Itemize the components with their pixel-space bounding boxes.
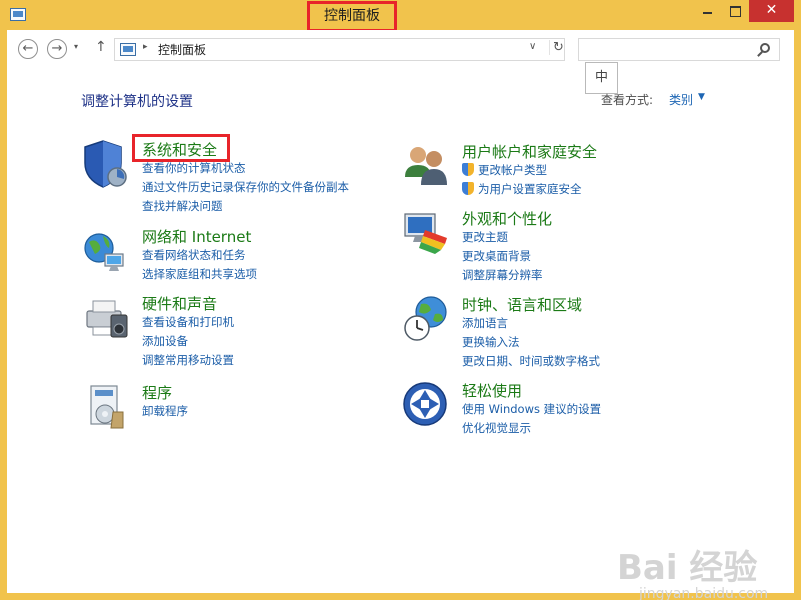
link-family-safety[interactable]: 为用户设置家庭安全: [462, 181, 582, 200]
hardware-sound-icon[interactable]: [81, 293, 131, 343]
recent-locations-button[interactable]: ▾: [74, 42, 78, 51]
network-icon[interactable]: [81, 226, 131, 276]
breadcrumb-separator[interactable]: ▸: [143, 42, 148, 52]
window-title: 控制面板: [324, 8, 380, 24]
category-title-ease-of-access[interactable]: 轻松使用: [462, 380, 522, 401]
address-bar[interactable]: ▸ 控制面板 ∨ ↻: [114, 38, 565, 61]
link-optimize-visual[interactable]: 优化视觉显示: [462, 420, 601, 439]
category-links: 查看设备和打印机 添加设备 调整常用移动设置: [142, 314, 234, 371]
category-links: 更改帐户类型 为用户设置家庭安全: [462, 162, 582, 200]
highlight-box-system-security: [132, 134, 230, 162]
link-change-input-method[interactable]: 更换输入法: [462, 334, 600, 353]
link-change-account-type[interactable]: 更改帐户类型: [462, 162, 582, 181]
category-links: 更改主题 更改桌面背景 调整屏幕分辨率: [462, 229, 543, 286]
link-add-device[interactable]: 添加设备: [142, 333, 234, 352]
link-recommended-settings[interactable]: 使用 Windows 建议的设置: [462, 401, 601, 420]
category-links: 使用 Windows 建议的设置 优化视觉显示: [462, 401, 601, 439]
clock-language-icon[interactable]: [401, 294, 451, 344]
watermark-logo: Bai 经验: [617, 548, 758, 588]
title-bar: 控制面板 ✕: [0, 0, 801, 32]
search-icon[interactable]: [760, 43, 770, 53]
category-title-hardware-sound[interactable]: 硬件和声音: [142, 293, 217, 314]
programs-icon[interactable]: [81, 382, 131, 432]
link-homegroup-sharing[interactable]: 选择家庭组和共享选项: [142, 266, 257, 285]
up-button[interactable]: ↑: [95, 39, 107, 55]
forward-button[interactable]: →: [47, 39, 67, 59]
link-file-history-backup[interactable]: 通过文件历史记录保存你的文件备份副本: [142, 179, 349, 198]
close-button[interactable]: ✕: [749, 0, 794, 22]
link-text[interactable]: 更改帐户类型: [478, 163, 547, 177]
link-uninstall-program[interactable]: 卸载程序: [142, 403, 188, 422]
maximize-button[interactable]: [722, 0, 748, 22]
link-screen-resolution[interactable]: 调整屏幕分辨率: [462, 267, 543, 286]
link-network-status[interactable]: 查看网络状态和任务: [142, 247, 257, 266]
ease-of-access-icon[interactable]: [401, 380, 451, 430]
link-change-theme[interactable]: 更改主题: [462, 229, 543, 248]
page-title: 调整计算机的设置: [81, 94, 193, 110]
title-highlight-box: 控制面板: [307, 1, 397, 32]
category-title-clock-language[interactable]: 时钟、语言和区域: [462, 294, 582, 315]
link-date-time-format[interactable]: 更改日期、时间或数字格式: [462, 353, 600, 372]
category-links: 添加语言 更换输入法 更改日期、时间或数字格式: [462, 315, 600, 372]
uac-shield-icon: [462, 163, 474, 176]
user-accounts-icon[interactable]: [401, 141, 451, 191]
address-dropdown-icon[interactable]: ∨: [529, 41, 536, 52]
system-security-icon[interactable]: [81, 139, 131, 189]
link-mobility-settings[interactable]: 调整常用移动设置: [142, 352, 234, 371]
ime-indicator[interactable]: 中: [585, 62, 618, 94]
uac-shield-icon: [462, 182, 474, 195]
view-by-caret-icon[interactable]: ▼: [698, 92, 705, 102]
view-by-label: 查看方式:: [601, 93, 654, 107]
back-button[interactable]: ←: [18, 39, 38, 59]
minimize-button[interactable]: [695, 0, 721, 22]
link-devices-printers[interactable]: 查看设备和打印机: [142, 314, 234, 333]
control-panel-icon: [120, 43, 136, 56]
baidu-watermark: Bai 经验 jingyan.baidu.com: [617, 550, 768, 600]
navigation-bar: ← → ▾ ↑ ▸ 控制面板 ∨ ↻: [7, 30, 794, 68]
appearance-icon[interactable]: [401, 208, 451, 258]
refresh-icon[interactable]: ↻: [549, 40, 565, 55]
category-title-network[interactable]: 网络和 Internet: [142, 226, 251, 247]
breadcrumb-control-panel[interactable]: 控制面板: [158, 41, 206, 58]
category-title-user-accounts[interactable]: 用户帐户和家庭安全: [462, 141, 597, 162]
link-view-computer-status[interactable]: 查看你的计算机状态: [142, 160, 349, 179]
window-client-area: ← → ▾ ↑ ▸ 控制面板 ∨ ↻ 中 调整计算机的设置 查看方式: 类别 ▼…: [7, 30, 794, 600]
category-title-appearance[interactable]: 外观和个性化: [462, 208, 552, 229]
watermark-url: jingyan.baidu.com: [639, 586, 769, 600]
view-by-dropdown[interactable]: 类别: [669, 91, 693, 108]
category-title-programs[interactable]: 程序: [142, 382, 172, 403]
link-troubleshoot[interactable]: 查找并解决问题: [142, 198, 349, 217]
category-links: 查看你的计算机状态 通过文件历史记录保存你的文件备份副本 查找并解决问题: [142, 160, 349, 217]
search-box[interactable]: [578, 38, 780, 61]
category-links: 查看网络状态和任务 选择家庭组和共享选项: [142, 247, 257, 285]
control-panel-app-icon[interactable]: [10, 8, 26, 21]
link-text[interactable]: 为用户设置家庭安全: [478, 182, 582, 196]
category-links: 卸载程序: [142, 403, 188, 422]
link-add-language[interactable]: 添加语言: [462, 315, 600, 334]
link-desktop-background[interactable]: 更改桌面背景: [462, 248, 543, 267]
